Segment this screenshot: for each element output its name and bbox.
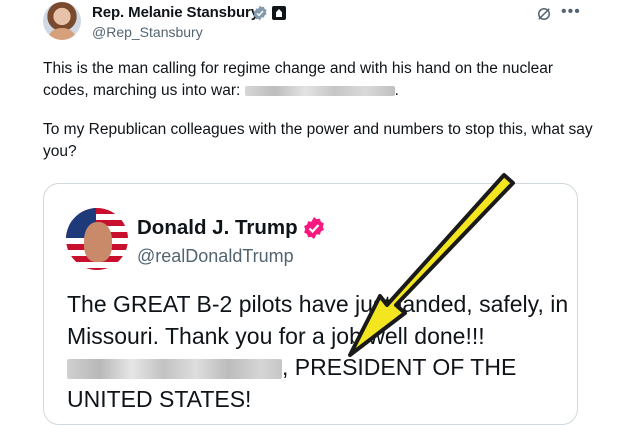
quoted-post-text: The GREAT B-2 pilots have just landed, s… (67, 289, 572, 415)
author-avatar[interactable] (43, 2, 81, 40)
quoted-author-avatar[interactable] (66, 208, 128, 270)
grok-icon[interactable] (535, 5, 553, 23)
verified-badge-icon (253, 5, 267, 21)
quoted-author-name[interactable]: Donald J. Trump (137, 216, 298, 240)
author-handle[interactable]: @Rep_Stansbury (92, 24, 203, 40)
quoted-text-part-1: The GREAT B-2 pilots have just landed, s… (67, 291, 569, 349)
more-icon[interactable]: ••• (561, 3, 581, 21)
quoted-author-handle[interactable]: @realDonaldTrump (137, 246, 294, 267)
author-name[interactable]: Rep. Melanie Stansbury (92, 4, 259, 21)
quoted-post-card[interactable]: Donald J. Trump @realDonaldTrump The GRE… (43, 183, 578, 425)
tweet-paragraph-2: To my Republican colleagues with the pow… (43, 121, 593, 160)
redacted-link (244, 85, 395, 96)
tweet-paragraph-1-end: . (394, 82, 399, 99)
redacted-text (67, 358, 282, 379)
government-badge-icon (272, 6, 286, 20)
tweet-body: This is the man calling for regime chang… (43, 58, 603, 180)
verified-badge-icon (304, 217, 324, 239)
